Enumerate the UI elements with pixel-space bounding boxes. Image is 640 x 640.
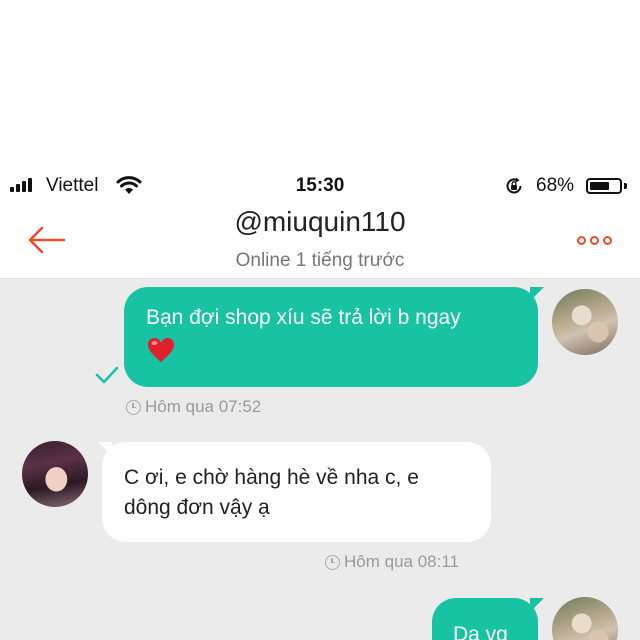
timestamp-text: Hôm qua 08:11: [344, 552, 459, 571]
message-timestamp: Hôm qua 07:52: [126, 397, 261, 417]
more-dots-icon[interactable]: [568, 230, 620, 250]
battery-icon: [586, 178, 622, 194]
battery-percent: 68%: [536, 175, 575, 196]
battery-level-fill: [590, 182, 610, 190]
top-blank-area: [0, 0, 640, 170]
rotation-lock-icon: [506, 177, 522, 194]
online-status: Online 1 tiếng trước: [235, 250, 405, 271]
message-text: Da vg: [453, 623, 508, 640]
check-icon: [95, 366, 119, 384]
customer-avatar: [22, 441, 88, 507]
battery-tip: [624, 183, 627, 189]
chat-title: @miuquin110: [234, 206, 406, 237]
clock-icon: [126, 399, 141, 415]
shop-avatar: [552, 289, 618, 355]
message-text: C ơi, e chờ hàng hè về nha c, e dông đơn…: [124, 466, 419, 519]
message-timestamp: Hôm qua 08:11: [325, 552, 459, 572]
status-bar: Viettel 15:30 68%: [0, 170, 640, 202]
shop-avatar: [552, 597, 618, 640]
message-bubble-outgoing[interactable]: Da vg: [432, 598, 538, 640]
message-bubble-incoming[interactable]: C ơi, e chờ hàng hè về nha c, e dông đơn…: [102, 442, 491, 542]
chat-area[interactable]: Bạn đợi shop xíu sẽ trả lời b ngay Hôm q…: [0, 279, 640, 640]
clock-icon: [325, 554, 340, 570]
message-bubble-outgoing[interactable]: Bạn đợi shop xíu sẽ trả lời b ngay: [124, 287, 538, 387]
chat-header: @miuquin110 Online 1 tiếng trước: [0, 202, 640, 279]
timestamp-text: Hôm qua 07:52: [145, 397, 262, 416]
message-text: Bạn đợi shop xíu sẽ trả lời b ngay: [146, 306, 461, 329]
red-heart-icon: [148, 338, 174, 362]
